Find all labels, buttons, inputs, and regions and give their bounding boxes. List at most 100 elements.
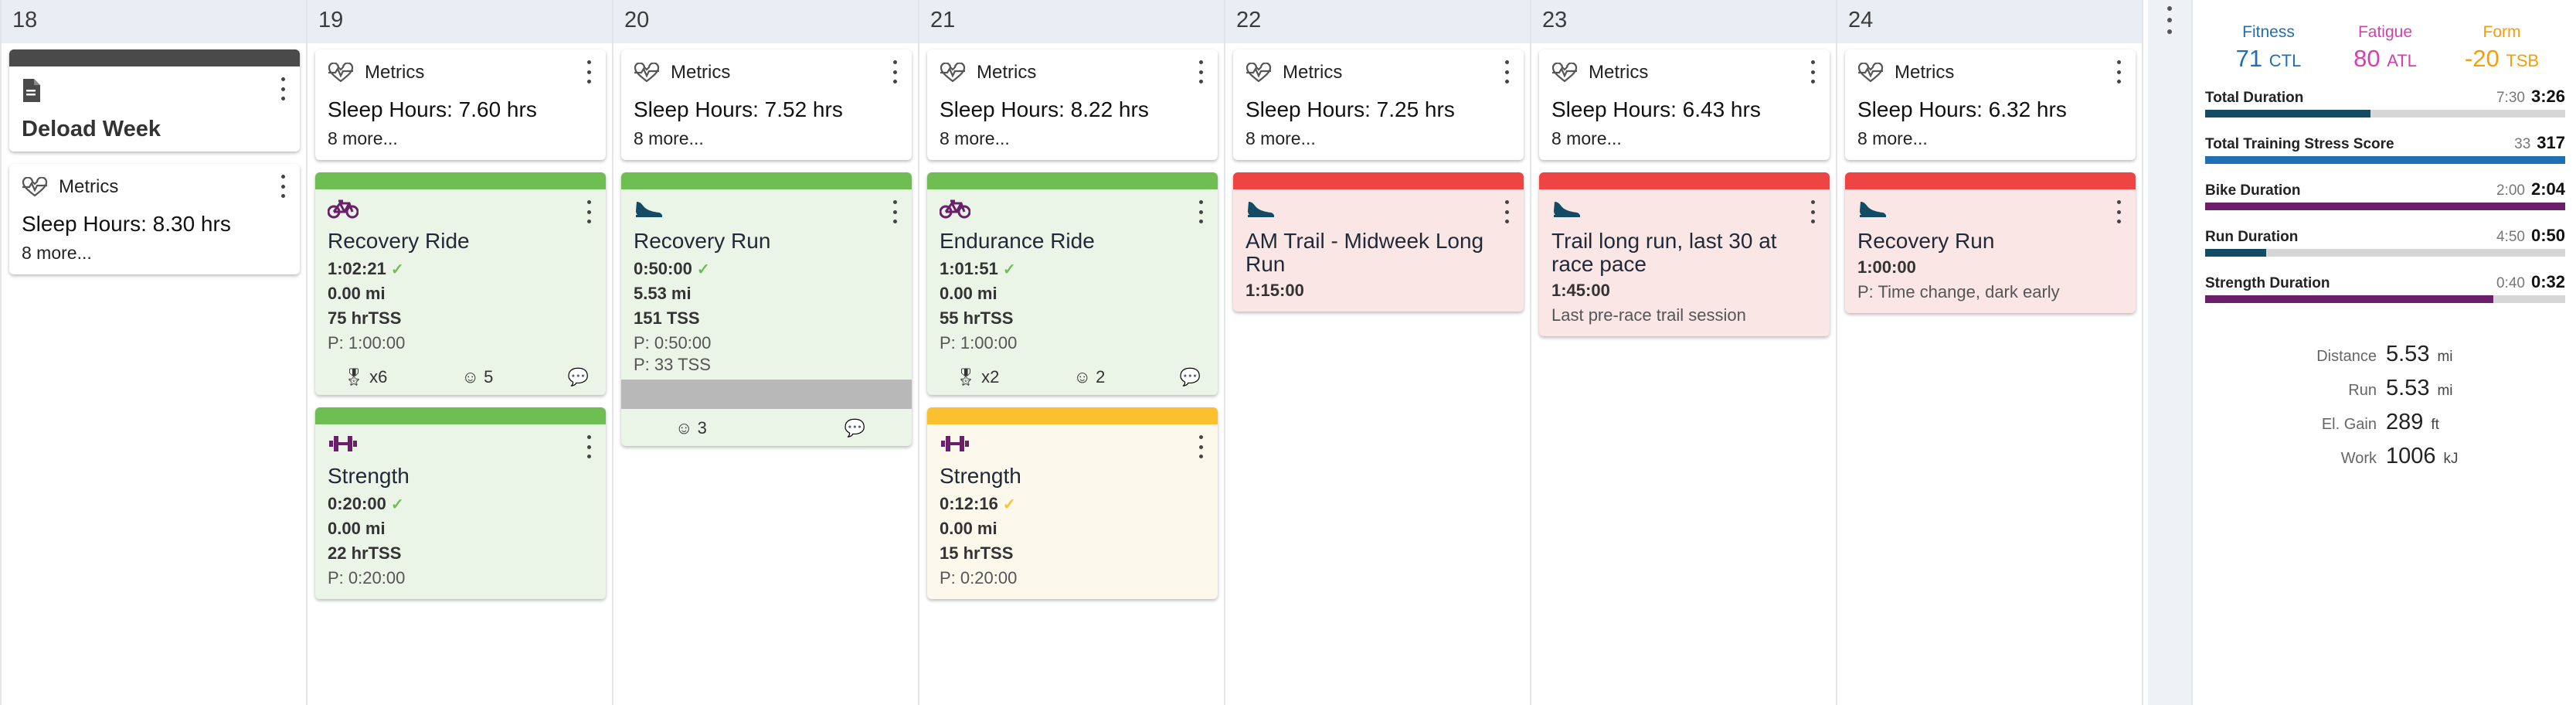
more-metrics-link[interactable]: 8 more...	[328, 128, 593, 149]
card-menu-button[interactable]	[277, 175, 289, 198]
smile-count[interactable]: ☺ 5	[462, 367, 494, 387]
day-column[interactable]: 18 Deload Week Metrics Sleep Hours: 8.30…	[2, 0, 308, 705]
day-column[interactable]: 24 Metrics Sleep Hours: 6.32 hrs 8 more.…	[1837, 0, 2143, 705]
comments-icon[interactable]: 💬	[568, 367, 589, 387]
workout-card[interactable]: Strength 0:12:16 ✓ 0.00 mi 15 hrTSS P: 0:…	[927, 407, 1218, 599]
workout-card[interactable]: Recovery Ride 1:02:21 ✓ 0.00 mi 75 hrTSS …	[315, 172, 606, 395]
compliance-bar	[927, 407, 1218, 424]
progress-item: Strength Duration 0:40 0:32	[2205, 272, 2565, 303]
metrics-label: Metrics	[1895, 62, 1955, 83]
card-menu-button[interactable]	[1500, 200, 1513, 223]
workout-card[interactable]: AM Trail - Midweek Long Run 1:15:00	[1233, 172, 1524, 312]
workout-card[interactable]: Trail long run, last 30 at race pace 1:4…	[1539, 172, 1830, 336]
planned-value: 7:30	[2496, 90, 2525, 106]
workout-duration: 1:01:51	[940, 259, 998, 278]
day-column[interactable]: 21 Metrics Sleep Hours: 8.22 hrs 8 more.…	[919, 0, 1225, 705]
workout-card[interactable]: Endurance Ride 1:01:51 ✓ 0.00 mi 55 hrTSS…	[927, 172, 1218, 395]
medal-count[interactable]: 🎖 x2	[955, 367, 999, 387]
day-column[interactable]: 23 Metrics Sleep Hours: 6.43 hrs 8 more.…	[1531, 0, 1837, 705]
card-menu-button[interactable]	[889, 200, 901, 223]
card-menu-button[interactable]	[583, 60, 595, 83]
metrics-label: Metrics	[1589, 62, 1649, 83]
workout-tss: 15 hrTSS	[940, 543, 1014, 563]
card-menu-button[interactable]	[1195, 435, 1207, 458]
metrics-card[interactable]: Metrics Sleep Hours: 7.60 hrs 8 more...	[315, 49, 606, 160]
more-metrics-link[interactable]: 8 more...	[1857, 128, 2123, 149]
fitness-label: Fitness	[2242, 23, 2295, 41]
progress-fill	[2205, 295, 2493, 303]
medal-count[interactable]: 🎖 x6	[343, 367, 387, 387]
bike-icon	[328, 199, 593, 219]
metrics-card[interactable]: Metrics Sleep Hours: 6.32 hrs 8 more...	[1845, 49, 2136, 160]
metrics-card[interactable]: Metrics Sleep Hours: 8.30 hrs 8 more...	[9, 164, 300, 274]
total-unit: kJ	[2443, 451, 2459, 467]
card-menu-button[interactable]	[583, 435, 595, 458]
card-menu-button[interactable]	[1195, 200, 1207, 223]
summary-menu-button[interactable]	[2163, 6, 2176, 34]
progress-fill	[2205, 203, 2565, 210]
card-menu-button[interactable]	[1195, 60, 1207, 83]
comments-icon[interactable]: 💬	[845, 418, 865, 438]
metrics-card[interactable]: Metrics Sleep Hours: 8.22 hrs 8 more...	[927, 49, 1218, 160]
total-unit: mi	[2437, 349, 2453, 365]
workout-card[interactable]: Recovery Run 1:00:00 P: Time change, dar…	[1845, 172, 2136, 313]
workout-card[interactable]: Recovery Run 0:50:00 ✓ 5.53 mi 151 TSS P:…	[621, 172, 912, 446]
day-column[interactable]: 22 Metrics Sleep Hours: 7.25 hrs 8 more.…	[1225, 0, 1531, 705]
metrics-label: Metrics	[977, 62, 1037, 83]
metrics-card[interactable]: Metrics Sleep Hours: 7.52 hrs 8 more...	[621, 49, 912, 160]
more-metrics-link[interactable]: 8 more...	[634, 128, 899, 149]
total-label: El. Gain	[2321, 416, 2377, 433]
more-metrics-link[interactable]: 8 more...	[22, 243, 287, 264]
form-stat: Form -20 TSB	[2448, 23, 2556, 73]
smile-count[interactable]: ☺ 2	[1074, 367, 1106, 387]
workout-duration: 0:50:00	[634, 259, 692, 278]
progress-track	[2205, 156, 2565, 164]
card-menu-button[interactable]	[277, 77, 289, 100]
workout-duration: 1:15:00	[1246, 281, 1304, 300]
total-row: Work 1006 kJ	[2205, 444, 2565, 478]
planned-value: 0:40	[2496, 275, 2525, 291]
medal-count-value: x6	[369, 367, 388, 387]
check-icon: ✓	[696, 261, 710, 278]
day-number: 18	[12, 8, 38, 32]
progress-fill	[2205, 156, 2565, 164]
card-menu-button[interactable]	[583, 200, 595, 223]
total-value: 1006	[2386, 444, 2436, 468]
actual-value: 0:32	[2530, 272, 2565, 291]
heartbeat-icon	[22, 177, 48, 197]
smile-count[interactable]: ☺ 3	[675, 418, 707, 438]
total-label: Run	[2348, 382, 2377, 399]
card-menu-button[interactable]	[1806, 200, 1819, 223]
more-metrics-link[interactable]: 8 more...	[1551, 128, 1817, 149]
workout-tss: 22 hrTSS	[328, 543, 402, 563]
metrics-card[interactable]: Metrics Sleep Hours: 7.25 hrs 8 more...	[1233, 49, 1524, 160]
day-header: 23	[1531, 0, 1836, 43]
pmc-summary: Fitness 71 CTL Fatigue 80 ATL Form -20 T…	[2205, 23, 2565, 73]
form-value: -20	[2464, 45, 2500, 72]
day-header: 24	[1837, 0, 2142, 43]
day-column[interactable]: 19 Metrics Sleep Hours: 7.60 hrs 8 more.…	[308, 0, 613, 705]
more-metrics-link[interactable]: 8 more...	[940, 128, 1205, 149]
note-card[interactable]: Deload Week	[9, 49, 300, 152]
fatigue-label: Fatigue	[2357, 23, 2413, 41]
total-label: Distance	[2316, 348, 2377, 365]
day-number: 24	[1848, 8, 1874, 32]
day-number: 20	[624, 8, 650, 32]
compliance-bar	[315, 407, 606, 424]
heartbeat-icon	[634, 63, 660, 83]
more-metrics-link[interactable]: 8 more...	[1246, 128, 1511, 149]
day-column[interactable]: 20 Metrics Sleep Hours: 7.52 hrs 8 more.…	[613, 0, 919, 705]
smile-icon: ☺	[675, 418, 693, 438]
card-menu-button[interactable]	[889, 60, 901, 83]
total-row: El. Gain 289 ft	[2205, 410, 2565, 444]
heartbeat-icon	[1857, 63, 1884, 83]
card-menu-button[interactable]	[2112, 60, 2125, 83]
actual-value: 317	[2537, 133, 2565, 152]
card-menu-button[interactable]	[2112, 200, 2125, 223]
card-menu-button[interactable]	[1500, 60, 1513, 83]
metrics-card[interactable]: Metrics Sleep Hours: 6.43 hrs 8 more...	[1539, 49, 1830, 160]
workout-title: Recovery Run	[1857, 229, 1995, 253]
card-menu-button[interactable]	[1806, 60, 1819, 83]
comments-icon[interactable]: 💬	[1180, 367, 1201, 387]
workout-card[interactable]: Strength 0:20:00 ✓ 0.00 mi 22 hrTSS P: 0:…	[315, 407, 606, 599]
